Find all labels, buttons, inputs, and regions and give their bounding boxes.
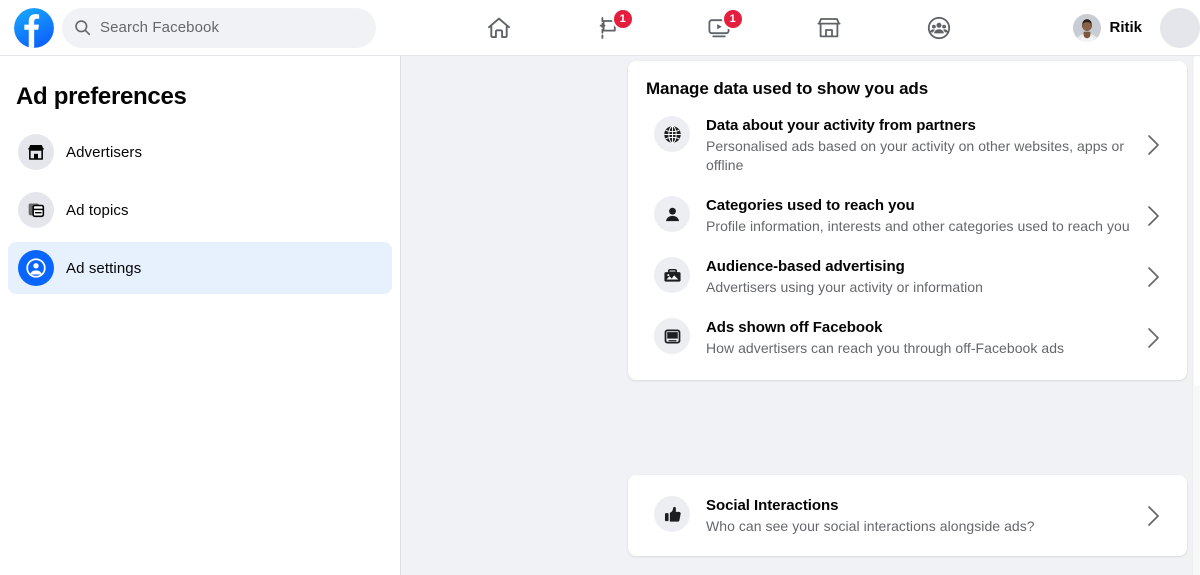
row-text: Audience-based advertising Advertisers u…	[690, 256, 1141, 297]
top-navigation-bar: Search Facebook 1 1 Ritik	[0, 0, 1200, 56]
globe-icon	[654, 116, 690, 152]
social-interactions-card: Social Interactions Who can see your soc…	[628, 475, 1187, 556]
chevron-right-icon[interactable]	[1141, 266, 1165, 288]
row-categories-used[interactable]: Categories used to reach you Profile inf…	[636, 185, 1179, 246]
nav-center-tabs: 1 1	[376, 0, 1061, 56]
page-title: Ad preferences	[16, 83, 187, 110]
watch-notification-badge: 1	[723, 9, 742, 28]
scrollbar-thumb[interactable]	[1194, 56, 1200, 386]
row-subtitle: How advertisers can reach you through of…	[706, 340, 1065, 356]
nav-tab-groups[interactable]	[884, 2, 994, 54]
layers-icon	[18, 192, 54, 228]
groups-icon	[927, 16, 950, 39]
row-title: Audience-based advertising	[706, 258, 905, 275]
nav-right-group: Ritik	[1061, 7, 1200, 48]
account-circle-icon	[18, 250, 54, 286]
briefcase-image-icon	[654, 257, 690, 293]
card-heading: Manage data used to show you ads	[646, 79, 929, 98]
row-subtitle: Personalised ads based on your activity …	[706, 138, 1125, 173]
row-title: Social Interactions	[706, 497, 839, 514]
chevron-right-glyph	[1147, 135, 1159, 155]
chevron-right-icon[interactable]	[1141, 134, 1165, 156]
chevron-right-glyph	[1147, 266, 1159, 287]
search-icon	[75, 20, 91, 36]
nav-left-group: Search Facebook	[0, 7, 376, 48]
globe-glyph	[663, 125, 681, 143]
facebook-logo[interactable]	[14, 7, 54, 48]
row-text: Social Interactions Who can see your soc…	[690, 495, 1141, 536]
sidebar-item-label: Advertisers	[66, 143, 143, 161]
menu-button[interactable]	[1160, 7, 1200, 48]
chevron-right-icon[interactable]	[1141, 505, 1165, 527]
sidebar: Ad preferences Advertisers Ad topics Ad …	[0, 56, 401, 575]
row-text: Data about your activity from partners P…	[690, 115, 1141, 175]
row-text: Categories used to reach you Profile inf…	[690, 195, 1141, 236]
row-audience-based-advertising[interactable]: Audience-based advertising Advertisers u…	[636, 246, 1179, 307]
thumbs-up-icon	[654, 496, 690, 532]
device-screen-glyph	[664, 329, 680, 343]
row-subtitle: Who can see your social interactions alo…	[706, 518, 1035, 534]
profile-menu-button[interactable]: Ritik	[1067, 10, 1152, 46]
account-circle-glyph	[26, 258, 46, 278]
nav-tab-marketplace[interactable]	[774, 2, 884, 54]
search-placeholder: Search Facebook	[100, 19, 220, 36]
person-icon	[654, 196, 690, 232]
manage-data-card: Manage data used to show you ads Data ab…	[628, 61, 1187, 380]
row-ads-shown-off-facebook[interactable]: Ads shown off Facebook How advertisers c…	[636, 307, 1179, 368]
row-title: Categories used to reach you	[706, 197, 915, 214]
row-data-from-partners[interactable]: Data about your activity from partners P…	[636, 105, 1179, 185]
chevron-right-glyph	[1147, 205, 1159, 226]
person-glyph	[665, 207, 679, 221]
sidebar-item-advertisers[interactable]: Advertisers	[8, 126, 392, 178]
briefcase-image-glyph	[663, 268, 681, 282]
row-text: Ads shown off Facebook How advertisers c…	[690, 317, 1141, 358]
sidebar-menu: Advertisers Ad topics Ad settings	[8, 126, 392, 294]
chevron-right-glyph	[1147, 327, 1159, 348]
row-social-interactions[interactable]: Social Interactions Who can see your soc…	[636, 485, 1179, 546]
profile-name: Ritik	[1109, 19, 1142, 36]
avatar	[1073, 13, 1102, 42]
storefront-icon	[18, 134, 54, 170]
search-input[interactable]: Search Facebook	[62, 7, 376, 48]
page-scrollbar[interactable]	[1192, 56, 1200, 575]
row-subtitle: Profile information, interests and other…	[706, 218, 1130, 234]
row-title: Data about your activity from partners	[706, 117, 976, 134]
nav-tab-watch[interactable]: 1	[664, 2, 774, 54]
row-subtitle: Advertisers using your activity or infor…	[706, 279, 983, 295]
chevron-right-glyph	[1147, 505, 1159, 526]
layers-glyph	[28, 203, 45, 218]
row-title: Ads shown off Facebook	[706, 319, 883, 336]
storefront-glyph	[28, 145, 44, 160]
chevron-right-icon[interactable]	[1141, 205, 1165, 227]
device-screen-icon	[654, 318, 690, 354]
chevron-right-icon[interactable]	[1141, 327, 1165, 349]
main-content: Manage data used to show you ads Data ab…	[402, 56, 1192, 575]
sidebar-item-label: Ad settings	[66, 259, 142, 277]
nav-tab-pages[interactable]: 1	[554, 2, 664, 54]
thumbs-up-glyph	[664, 506, 681, 522]
sidebar-item-label: Ad topics	[66, 201, 129, 219]
user-avatar	[1073, 13, 1102, 42]
storefront-icon	[817, 17, 841, 37]
sidebar-item-ad-settings[interactable]: Ad settings	[8, 242, 392, 294]
sidebar-item-ad-topics[interactable]: Ad topics	[8, 184, 392, 236]
home-icon	[487, 17, 510, 38]
pages-notification-badge: 1	[613, 9, 632, 28]
nav-tab-home[interactable]	[444, 2, 554, 54]
